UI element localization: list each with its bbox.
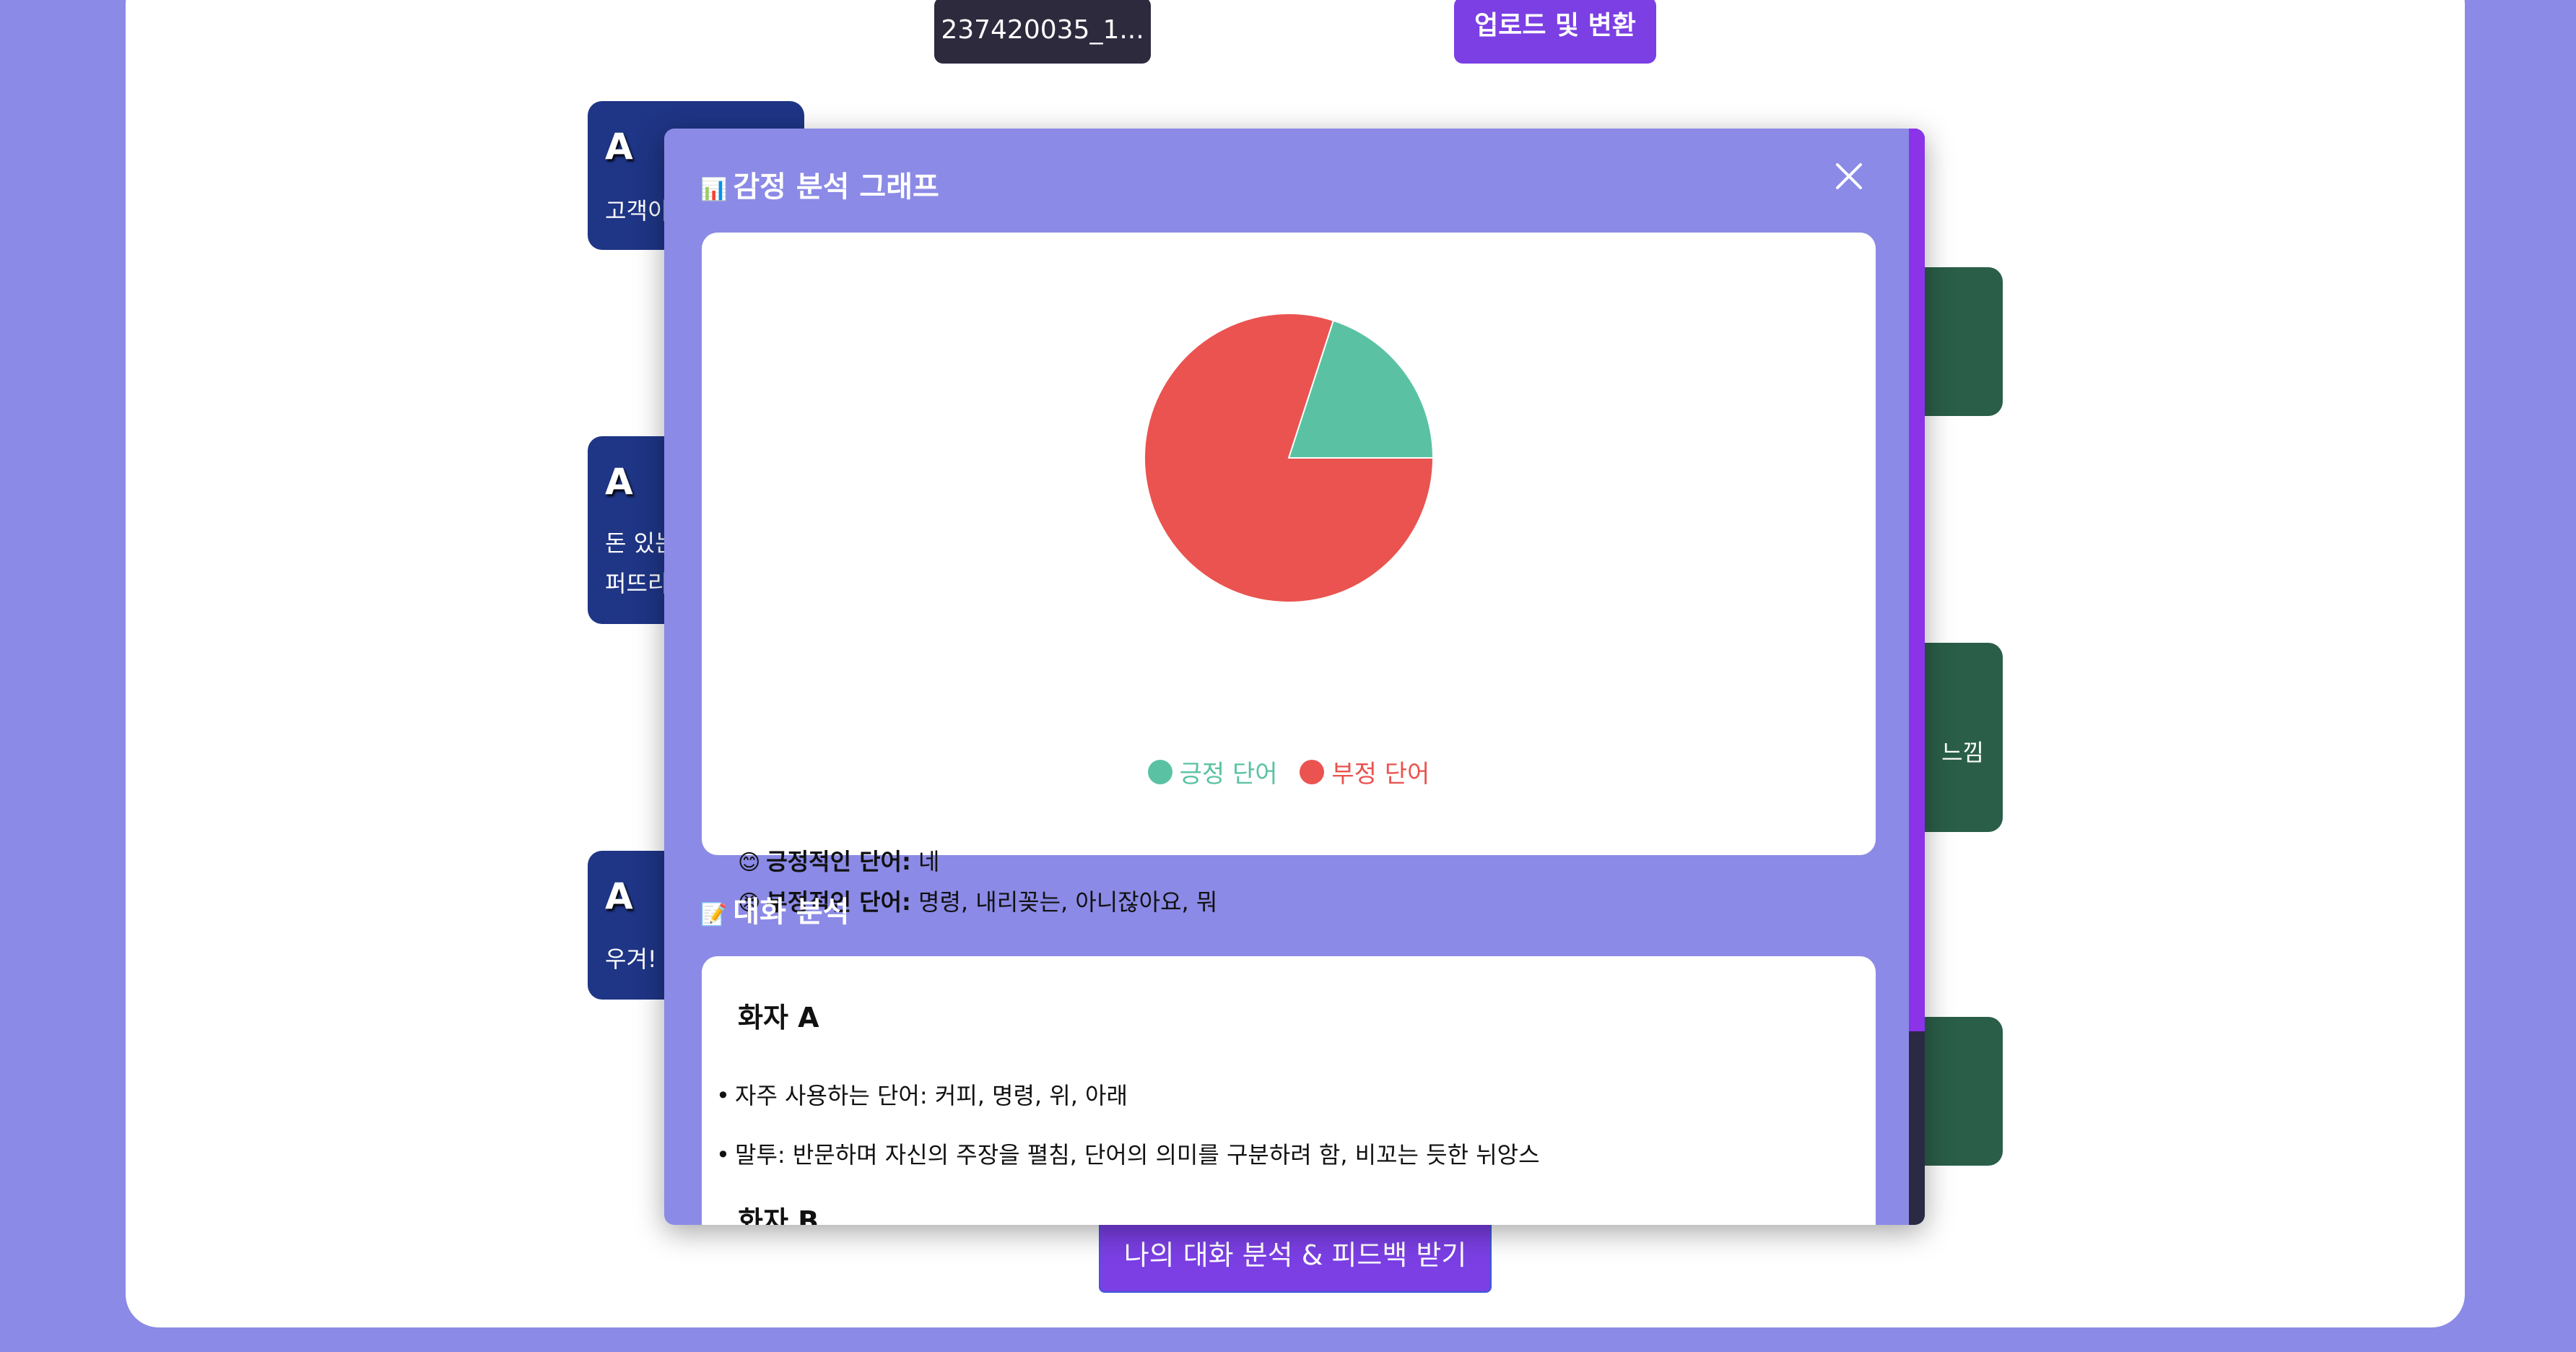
negative-words-value: 명령, 내리꽂는, 아니잖아요, 뭐 [918, 888, 1218, 916]
chart-section-title: 📊 감정 분석 그래프 [700, 170, 939, 204]
message-text: 우겨! [605, 945, 657, 973]
chart-legend: 긍정 단어 부정 단어 [702, 754, 1876, 791]
list-item: • 자주 사용하는 단어: 커피, 명령, 위, 아래 [716, 1082, 1128, 1109]
message-text: 고객이 [605, 197, 669, 225]
conversation-section-title: 📝 대화 분석 [700, 896, 850, 929]
legend-label-positive: 긍정 단어 [1179, 760, 1278, 789]
analyze-feedback-button[interactable]: 나의 대화 분석 & 피드백 받기 [1099, 1221, 1492, 1293]
upload-convert-button[interactable]: 업로드 및 변환 [1454, 0, 1656, 64]
smile-emoji-icon: 😊 [738, 850, 761, 875]
legend-swatch-positive [1147, 759, 1172, 784]
sentiment-chart-panel: 긍정 단어 부정 단어 😊 긍정적인 단어: 네 😡 부정적인 단어: 명령, 내리… [702, 233, 1876, 916]
legend-swatch-negative [1300, 759, 1325, 784]
speaker-label: A [605, 126, 633, 168]
speaker-label: A [605, 461, 633, 503]
legend-item-positive[interactable]: 긍정 단어 [1147, 754, 1278, 789]
close-icon[interactable] [1831, 162, 1867, 198]
positive-words-label: 긍정적인 단어: [766, 848, 911, 875]
conversation-analysis-panel: 화자 A • 자주 사용하는 단어: 커피, 명령, 위, 아래 • 말투: 반문하… [702, 956, 1876, 1225]
modal-scrollbar-thumb[interactable] [1909, 129, 1925, 1031]
bar-chart-icon: 📊 [700, 177, 728, 202]
sentiment-pie-chart [1144, 313, 1435, 603]
analysis-modal: 📊 감정 분석 그래프 긍정 단어 부정 단어 😊 긍정적인 단어: 네 😡 부정적인… [664, 129, 1925, 1225]
speaker-label: A [605, 875, 633, 917]
speaker-a-heading: 화자 A [738, 1002, 819, 1034]
file-name-chip[interactable]: 237420035_1... [934, 0, 1151, 64]
memo-icon: 📝 [700, 902, 728, 927]
legend-label-negative: 부정 단어 [1331, 760, 1430, 789]
speaker-b-heading: 화자 B [738, 1205, 819, 1225]
positive-words-value: 네 [918, 848, 940, 875]
list-item: • 말투: 반문하며 자신의 주장을 펼침, 단어의 의미를 구분하려 함, 비꼬… [716, 1141, 1540, 1169]
positive-words-line: 😊 긍정적인 단어: 네 [738, 844, 939, 877]
message-text: 느낌 [1941, 739, 1984, 766]
legend-item-negative[interactable]: 부정 단어 [1300, 754, 1430, 789]
